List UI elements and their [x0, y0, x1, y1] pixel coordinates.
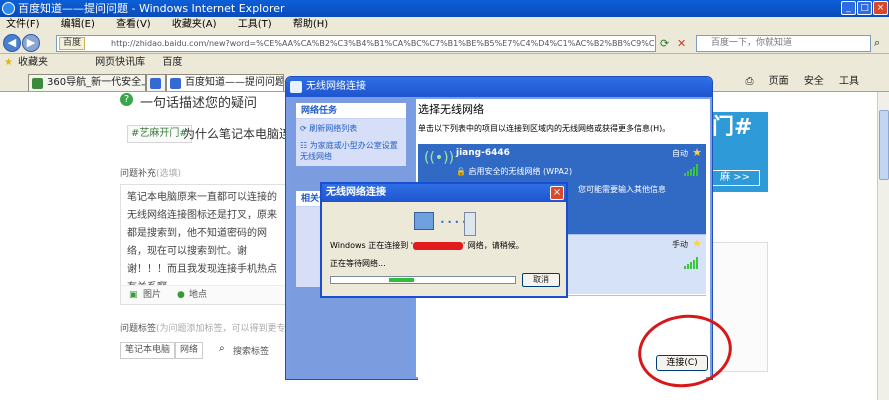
connecting-message: Windows 正在连接到 ' ' 网络，请稍候。	[330, 241, 524, 250]
connecting-dialog: 无线网络连接 × • • • • Windows 正在连接到 ' ' 网络，请稍候…	[320, 182, 568, 298]
network-tasks-panel: 网络任务 ⟳ 刷新网络列表 ☷ 为家庭或小型办公室设置无线网络	[296, 103, 406, 166]
favorites-star-icon: ★	[4, 57, 13, 68]
wireless-title-bar: 无线网络连接	[286, 77, 712, 97]
ie-logo-icon	[2, 2, 15, 15]
computer-icon	[414, 212, 434, 230]
signal-strength-icon	[684, 257, 700, 269]
connecting-title: 无线网络连接	[322, 184, 566, 202]
close-button[interactable]: ×	[873, 1, 888, 15]
location-button[interactable]: 地点	[189, 286, 207, 304]
tag-laptop[interactable]: 笔记本电脑	[120, 342, 176, 359]
tab-baidu[interactable]: 百度	[146, 74, 166, 91]
question-icon: ?	[120, 93, 133, 106]
fav-item-baidu[interactable]: 百度	[162, 57, 182, 68]
safety-menu[interactable]: 安全	[804, 76, 824, 87]
window-title-bar: 百度知道——提问问题 - Windows Internet Explorer _…	[0, 0, 889, 17]
image-icon: ▣	[129, 290, 138, 300]
address-bar: ◀ ▶ 百度 http://zhidao.baidu.com/new?word=…	[0, 32, 889, 54]
location-icon: ●	[177, 290, 185, 300]
site-badge: 百度	[59, 37, 86, 50]
promo-banner[interactable]: 门# 麻 >>	[708, 112, 768, 192]
connect-progress-bar	[330, 276, 516, 284]
tab-favicon-icon	[170, 78, 181, 89]
page-menu[interactable]: 页面	[769, 76, 789, 87]
network-security: 🔒 启用安全的无线网络 (WPA2)	[456, 167, 573, 176]
url-text: http://zhidao.baidu.com/new?word=%CE%AA%…	[111, 39, 655, 48]
search-icon[interactable]: ⌕	[874, 36, 880, 50]
network-info: 您可能需要输入其他信息	[578, 185, 666, 194]
menu-view[interactable]: 查看(V)	[116, 19, 151, 30]
promo-button[interactable]: 麻 >>	[710, 170, 760, 186]
stop-icon[interactable]: ✕	[677, 37, 686, 50]
question-header: 一句话描述您的疑问	[140, 96, 258, 111]
url-input[interactable]: 百度 http://zhidao.baidu.com/new?word=%CE%…	[56, 35, 656, 52]
network-tasks-header: 网络任务	[296, 103, 406, 119]
choose-network-heading: 选择无线网络	[418, 103, 484, 116]
network-state: 自动	[672, 149, 688, 158]
minimize-button[interactable]: _	[841, 1, 856, 15]
supplement-label: 问题补充(选填)	[120, 169, 182, 179]
waiting-text: 正在等待网络...	[330, 259, 386, 268]
window-title: 百度知道——提问问题 - Windows Internet Explorer	[18, 2, 285, 15]
menu-favorites[interactable]: 收藏夹(A)	[172, 19, 217, 30]
signal-strength-icon	[684, 164, 700, 176]
access-point-icon	[464, 212, 476, 236]
favorites-bar: ★ 收藏夹 网页快讯库 百度	[0, 54, 889, 72]
tools-menu[interactable]: 工具	[839, 76, 859, 87]
tab-favicon-icon	[150, 78, 161, 89]
menu-bar: 文件(F) 编辑(E) 查看(V) 收藏夹(A) 工具(T) 帮助(H)	[0, 17, 889, 32]
image-button[interactable]: 图片	[143, 286, 161, 304]
tag-network[interactable]: 网络	[175, 342, 204, 359]
preferred-star-icon: ★	[692, 237, 702, 250]
tab-360[interactable]: 360导航_新一代安全上网	[28, 74, 146, 91]
network-name: jiang-6446	[456, 148, 510, 158]
menu-file[interactable]: 文件(F)	[6, 19, 40, 30]
menu-help[interactable]: 帮助(H)	[293, 19, 328, 30]
description-toolbar: ▣ 图片 ● 地点	[120, 285, 290, 305]
tags-label: 问题标签(为问题添加标签，可以得到更专业	[120, 324, 295, 334]
wireless-icon	[290, 81, 302, 93]
search-input[interactable]: 百度一下，你就知道	[696, 35, 871, 52]
preferred-star-icon: ★	[692, 146, 702, 159]
page-scrollbar[interactable]	[877, 92, 889, 400]
scroll-thumb[interactable]	[879, 110, 889, 180]
choose-network-subtitle: 单击以下列表中的项目以连接到区域内的无线网络或获得更多信息(H)。	[418, 124, 671, 133]
menu-edit[interactable]: 编辑(E)	[61, 19, 95, 30]
fav-item-webslice[interactable]: 网页快讯库	[95, 57, 145, 68]
redacted-network-name	[413, 241, 463, 250]
back-icon[interactable]: ◀	[3, 34, 21, 52]
menu-tools[interactable]: 工具(T)	[238, 19, 272, 30]
search-tags-link[interactable]: 搜索标签	[233, 344, 269, 357]
antenna-icon: ((•))	[424, 150, 455, 166]
favorites-button[interactable]: 收藏夹	[18, 57, 48, 68]
tab-zhidao[interactable]: 百度知道——提问问题	[166, 74, 284, 91]
forward-icon[interactable]: ▶	[22, 34, 40, 52]
progress-fill	[389, 278, 414, 282]
cancel-button[interactable]: 取消	[522, 273, 560, 287]
close-icon[interactable]: ×	[550, 186, 564, 200]
print-icon[interactable]: ⎙	[745, 76, 753, 87]
refresh-network-list-link[interactable]: ⟳ 刷新网络列表	[300, 123, 402, 134]
setup-wireless-link[interactable]: ☷ 为家庭或小型办公室设置无线网络	[300, 140, 402, 162]
maximize-button[interactable]: □	[857, 1, 872, 15]
network-state: 手动	[672, 240, 688, 249]
connection-dots-icon: • • • •	[440, 218, 467, 227]
search-tags-icon: ⌕	[219, 343, 225, 354]
command-bar: ⎙ 页面 安全 工具	[733, 74, 859, 90]
tab-favicon-icon	[32, 78, 43, 89]
refresh-icon[interactable]: ⟳	[660, 37, 669, 50]
